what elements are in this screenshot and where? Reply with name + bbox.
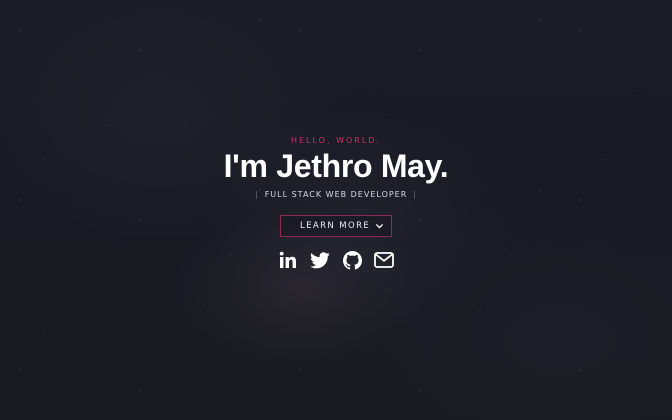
github-icon bbox=[342, 250, 362, 270]
role-text: FULL STACK WEB DEVELOPER bbox=[264, 190, 408, 199]
role-divider-right: | bbox=[413, 190, 417, 199]
page-title: I'm Jethro May. bbox=[223, 148, 449, 184]
github-link[interactable] bbox=[341, 249, 363, 271]
learn-more-button[interactable]: LEARN MORE bbox=[280, 215, 392, 237]
learn-more-label: LEARN MORE bbox=[300, 221, 371, 231]
linkedin-icon bbox=[279, 251, 297, 269]
social-links bbox=[0, 249, 672, 271]
role-divider-left: | bbox=[254, 190, 259, 199]
twitter-link[interactable] bbox=[309, 249, 331, 271]
twitter-icon bbox=[310, 251, 330, 269]
hero-section: HELLO, WORLD. I'm Jethro May. | FULL STAC… bbox=[0, 0, 672, 420]
linkedin-link[interactable] bbox=[277, 249, 299, 271]
envelope-icon bbox=[374, 252, 394, 268]
email-link[interactable] bbox=[373, 249, 395, 271]
greeting-text: HELLO, WORLD. bbox=[290, 136, 381, 145]
hero-content: HELLO, WORLD. I'm Jethro May. | FULL STAC… bbox=[0, 136, 672, 271]
role-line: | FULL STACK WEB DEVELOPER | bbox=[0, 189, 672, 201]
chevron-down-icon bbox=[375, 216, 383, 236]
